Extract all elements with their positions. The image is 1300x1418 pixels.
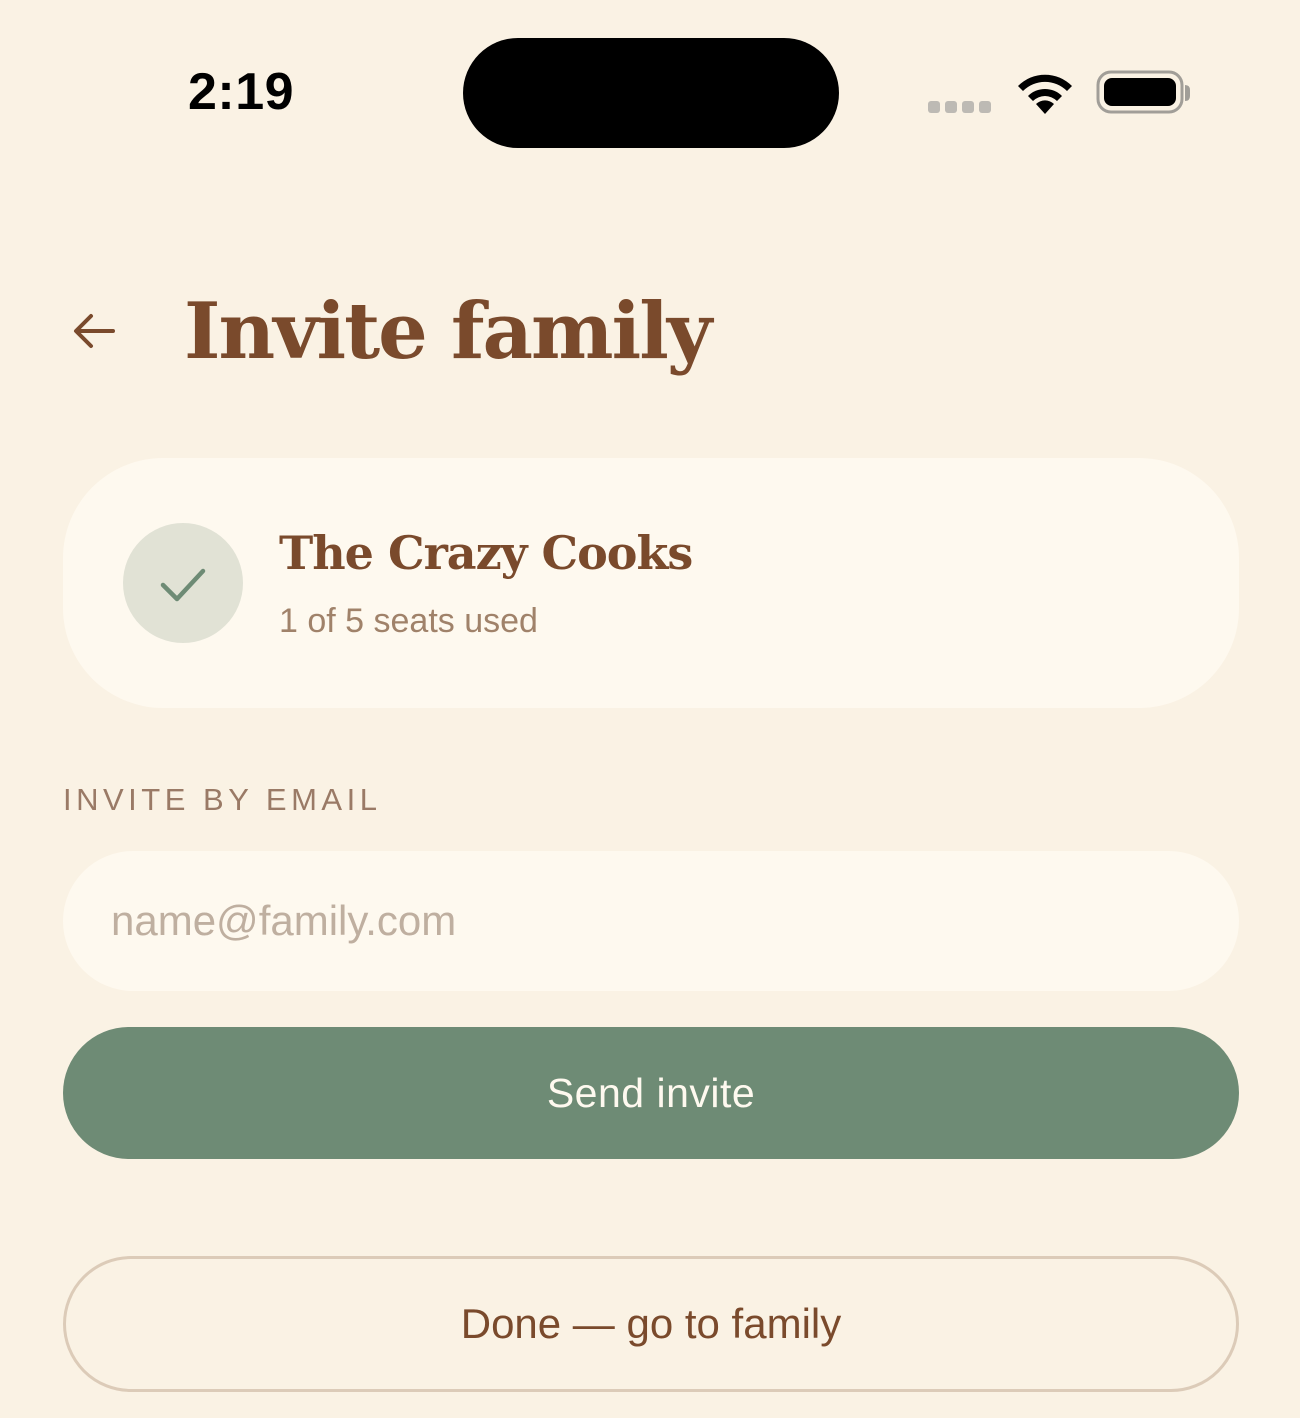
cellular-signal-icon [928,101,991,113]
send-invite-button[interactable]: Send invite [63,1027,1239,1159]
seats-used-text: 1 of 5 seats used [279,602,538,640]
family-name: The Crazy Cooks [279,526,693,580]
wifi-icon [1018,74,1072,114]
family-avatar [123,523,243,643]
header: Invite family [0,270,1300,390]
dynamic-island [463,38,839,148]
done-go-to-family-button[interactable]: Done — go to family [63,1256,1239,1392]
email-input[interactable] [63,851,1239,991]
invite-by-email-label: INVITE BY EMAIL [63,782,382,817]
status-bar: 2:19 [0,0,1300,180]
checkmark-icon [160,568,206,602]
back-button[interactable] [60,298,126,364]
arrow-left-icon [74,314,115,348]
status-time: 2:19 [188,63,295,121]
battery-icon [1096,70,1190,114]
page-title: Invite family [184,286,712,377]
family-card: The Crazy Cooks 1 of 5 seats used [63,458,1239,708]
